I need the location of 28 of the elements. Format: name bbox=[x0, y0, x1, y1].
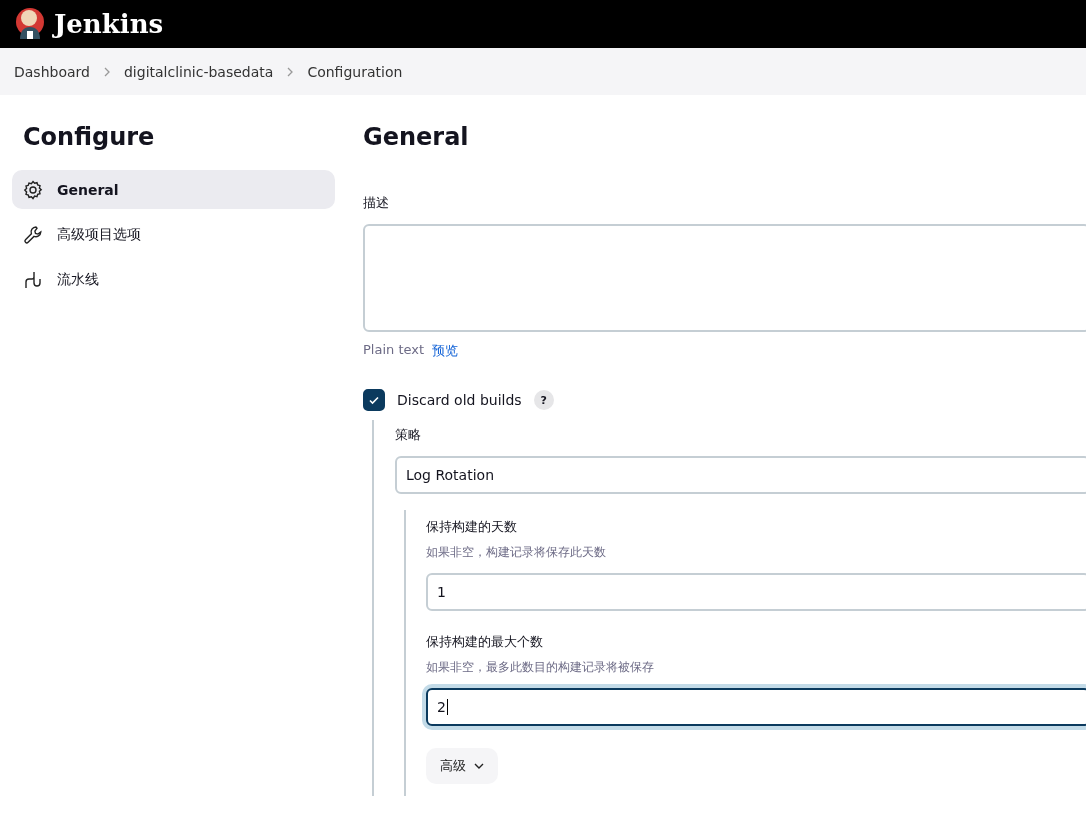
wrench-icon bbox=[23, 224, 43, 245]
field-label: 策略 bbox=[395, 426, 422, 444]
sidebar-title: Configure bbox=[23, 123, 156, 151]
field-label: 保持构建的最大个数 bbox=[426, 633, 544, 651]
app-title[interactable]: Jenkins bbox=[54, 9, 164, 39]
checkmark-icon bbox=[368, 394, 380, 406]
sidebar-item[interactable]: 高级项目选项 bbox=[12, 215, 335, 254]
strategy-select[interactable]: Log Rotation bbox=[395, 456, 1086, 494]
field-hint: 如果非空，最多此数目的构建记录将被保存 bbox=[426, 659, 655, 676]
format-label: Plain text bbox=[363, 342, 425, 359]
sidebar-item[interactable]: 流水线 bbox=[12, 260, 335, 299]
pipeline-icon bbox=[23, 269, 43, 290]
field-label: 保持构建的天数 bbox=[426, 518, 518, 536]
breadcrumb-link[interactable]: Dashboard bbox=[14, 63, 90, 80]
field-hint: 如果非空，构建记录将保存此天数 bbox=[426, 544, 607, 561]
advanced-button[interactable]: 高级 bbox=[426, 748, 498, 784]
breadcrumb-link[interactable]: Configuration bbox=[307, 63, 403, 80]
preview-link[interactable]: 预览 bbox=[432, 342, 459, 360]
section-title: General bbox=[363, 123, 470, 151]
gear-icon bbox=[23, 179, 43, 200]
help-button[interactable]: ? bbox=[533, 390, 554, 410]
field-label: 描述 bbox=[363, 194, 390, 212]
input-field[interactable]: 1 bbox=[426, 573, 1086, 611]
sidebar-item[interactable]: General bbox=[12, 170, 335, 209]
checkbox-label[interactable]: Discard old builds bbox=[397, 392, 522, 408]
checkbox[interactable] bbox=[363, 389, 385, 411]
breadcrumb-link[interactable]: digitalclinic-basedata bbox=[123, 63, 274, 80]
chevron-down-icon bbox=[474, 761, 484, 771]
